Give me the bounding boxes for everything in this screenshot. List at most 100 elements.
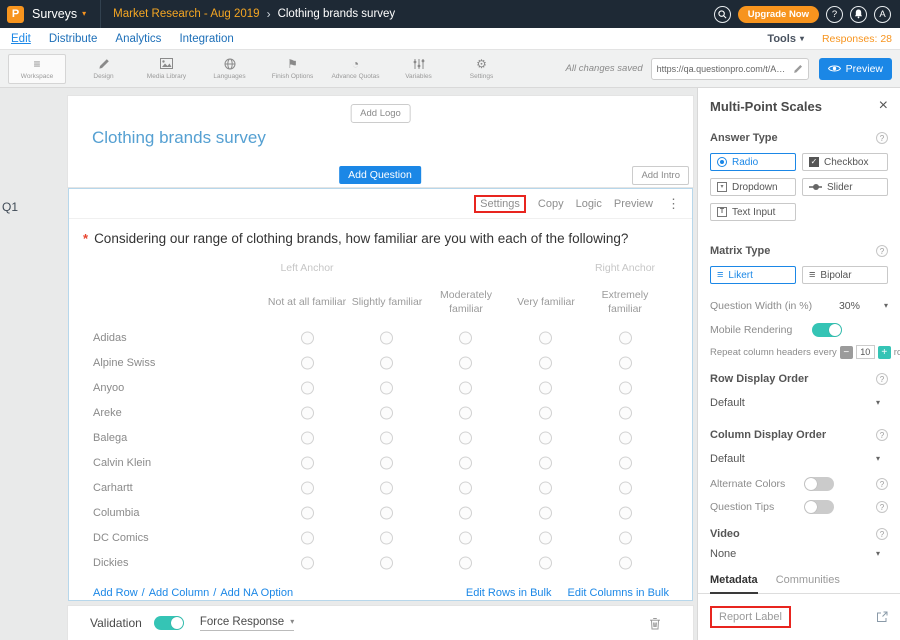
tab-metadata[interactable]: Metadata	[710, 574, 758, 594]
matrix-type-likert[interactable]: ≡ Likert	[710, 266, 796, 284]
radio-button[interactable]	[380, 356, 393, 369]
tools-menu[interactable]: Tools ▾	[767, 33, 804, 45]
radio-button[interactable]	[459, 506, 472, 519]
question-tips-toggle[interactable]	[804, 500, 834, 514]
column-header[interactable]: Not at all familiar	[267, 283, 347, 321]
toolbar-item-variables[interactable]: Variables	[387, 58, 450, 80]
column-header[interactable]: Slightly familiar	[347, 283, 427, 321]
radio-button[interactable]	[619, 431, 632, 444]
radio-button[interactable]	[539, 431, 552, 444]
responses-count[interactable]: Responses: 28	[822, 33, 892, 45]
column-header[interactable]: Extremely familiar	[585, 283, 665, 321]
search-button[interactable]	[714, 6, 731, 23]
radio-button[interactable]	[539, 481, 552, 494]
radio-button[interactable]	[380, 481, 393, 494]
increment-button[interactable]: +	[878, 346, 891, 359]
preview-button[interactable]: Preview	[819, 58, 892, 80]
mobile-rendering-toggle[interactable]	[812, 323, 842, 337]
repeat-rows-input[interactable]: 10	[856, 345, 875, 359]
radio-button[interactable]	[539, 331, 552, 344]
edit-columns-in-bulk-link[interactable]: Edit Columns in Bulk	[568, 587, 670, 599]
toolbar-item-languages[interactable]: Languages	[198, 58, 261, 80]
notifications-button[interactable]	[850, 6, 867, 23]
question-settings-link[interactable]: Settings	[474, 195, 526, 213]
radio-button[interactable]	[619, 456, 632, 469]
row-label[interactable]: DC Comics	[93, 532, 149, 544]
more-options-icon[interactable]: ⋮	[667, 196, 680, 212]
radio-button[interactable]	[619, 556, 632, 569]
matrix-type-bipolar[interactable]: ≡ Bipolar	[802, 266, 888, 284]
radio-button[interactable]	[459, 356, 472, 369]
tab-edit[interactable]: Edit	[2, 33, 40, 45]
radio-button[interactable]	[301, 556, 314, 569]
radio-button[interactable]	[301, 506, 314, 519]
radio-button[interactable]	[301, 331, 314, 344]
radio-button[interactable]	[619, 481, 632, 494]
radio-button[interactable]	[539, 356, 552, 369]
radio-button[interactable]	[380, 431, 393, 444]
radio-button[interactable]	[619, 531, 632, 544]
question-width-value[interactable]: 30%	[839, 300, 860, 312]
delete-question-icon[interactable]	[649, 617, 661, 630]
radio-button[interactable]	[380, 531, 393, 544]
radio-button[interactable]	[301, 456, 314, 469]
add-row-link[interactable]: Add Row	[93, 587, 138, 599]
question-preview-link[interactable]: Preview	[614, 198, 653, 210]
answer-type-slider[interactable]: Slider	[802, 178, 888, 196]
right-anchor-label[interactable]: Right Anchor	[585, 262, 665, 274]
radio-button[interactable]	[619, 356, 632, 369]
add-na-option-link[interactable]: Add NA Option	[220, 587, 293, 599]
help-icon[interactable]: ?	[876, 501, 888, 513]
radio-button[interactable]	[380, 331, 393, 344]
row-label[interactable]: Areke	[93, 407, 122, 419]
radio-button[interactable]	[539, 531, 552, 544]
answer-type-dropdown[interactable]: Dropdown	[710, 178, 796, 196]
radio-button[interactable]	[301, 406, 314, 419]
add-question-button[interactable]: Add Question	[339, 166, 421, 184]
radio-button[interactable]	[380, 556, 393, 569]
answer-type-radio[interactable]: Radio	[710, 153, 796, 171]
radio-button[interactable]	[380, 456, 393, 469]
account-avatar[interactable]: A	[874, 6, 891, 23]
report-label[interactable]: Report Label	[710, 606, 791, 628]
toolbar-item-design[interactable]: Design	[72, 58, 135, 80]
add-logo-button[interactable]: Add Logo	[350, 104, 411, 123]
question-logic-link[interactable]: Logic	[576, 198, 602, 210]
questionpro-logo[interactable]: P	[7, 6, 24, 23]
close-icon[interactable]: ×	[879, 98, 888, 114]
surveys-menu[interactable]: Surveys ▾	[32, 7, 86, 21]
row-label[interactable]: Dickies	[93, 557, 128, 569]
add-column-link[interactable]: Add Column	[149, 587, 210, 599]
help-icon[interactable]: ?	[876, 478, 888, 490]
validation-toggle[interactable]	[154, 616, 184, 630]
upgrade-button[interactable]: Upgrade Now	[738, 6, 819, 23]
radio-button[interactable]	[539, 381, 552, 394]
help-icon[interactable]: ?	[876, 373, 888, 385]
help-icon[interactable]: ?	[876, 429, 888, 441]
left-anchor-label[interactable]: Left Anchor	[267, 262, 347, 274]
radio-button[interactable]	[539, 456, 552, 469]
row-label[interactable]: Adidas	[93, 332, 127, 344]
radio-button[interactable]	[301, 531, 314, 544]
radio-button[interactable]	[459, 406, 472, 419]
column-display-order-select[interactable]: Default ▾	[710, 453, 880, 465]
row-label[interactable]: Balega	[93, 432, 127, 444]
survey-url-field[interactable]: https://qa.questionpro.com/t/APNrFZfQ	[651, 58, 809, 80]
column-header[interactable]: Very familiar	[506, 283, 586, 321]
toolbar-item-workspace[interactable]: ≡ Workspace	[8, 54, 66, 84]
chevron-down-icon[interactable]: ▾	[884, 302, 888, 310]
open-report-label-icon[interactable]	[876, 611, 888, 623]
edit-rows-in-bulk-link[interactable]: Edit Rows in Bulk	[466, 587, 552, 599]
row-label[interactable]: Calvin Klein	[93, 457, 151, 469]
radio-button[interactable]	[301, 381, 314, 394]
radio-button[interactable]	[619, 331, 632, 344]
help-button[interactable]: ?	[826, 6, 843, 23]
tab-integration[interactable]: Integration	[170, 33, 242, 45]
toolbar-item-settings[interactable]: ⚙ Settings	[450, 58, 513, 80]
radio-button[interactable]	[459, 431, 472, 444]
radio-button[interactable]	[459, 381, 472, 394]
toolbar-item-advance-quotas[interactable]: ◔ Advance Quotas	[324, 58, 387, 80]
column-header[interactable]: Moderately familiar	[426, 283, 506, 321]
radio-button[interactable]	[301, 481, 314, 494]
row-display-order-select[interactable]: Default ▾	[710, 397, 880, 409]
